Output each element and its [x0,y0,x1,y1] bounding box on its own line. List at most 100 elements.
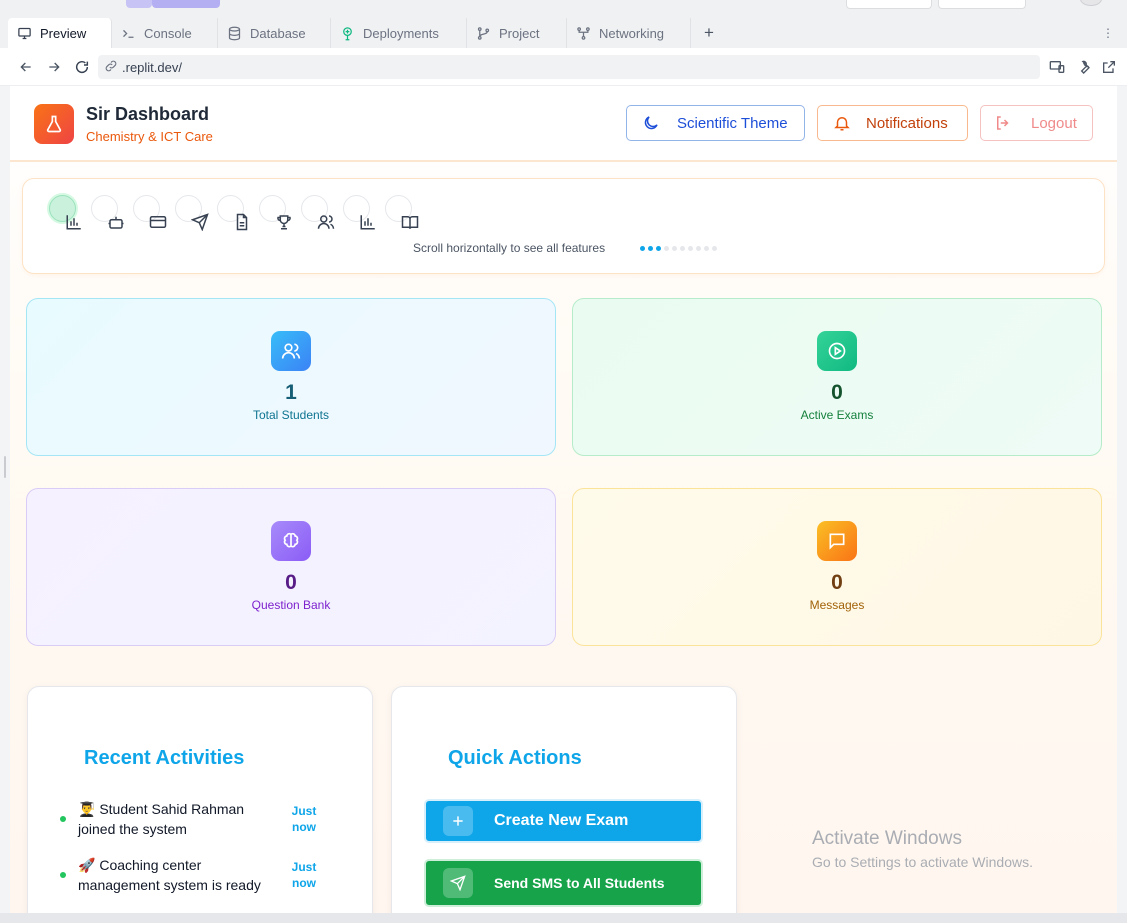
stat-label: Active Exams [800,408,874,422]
address-bar: .replit.dev/ [0,48,1127,86]
tab-preview[interactable]: Preview [8,18,112,48]
send-sms-button[interactable]: Send SMS to All Students [424,859,703,907]
stat-card-question-bank[interactable]: 0 Question Bank [26,488,556,646]
feature-scroller[interactable]: Scroll horizontally to see all features [22,178,1105,274]
create-exam-button[interactable]: Create New Exam [424,799,703,843]
dashboard-header: Sir Dashboard Chemistry & ICT Care Scien… [10,86,1117,162]
scientific-theme-button[interactable]: Scientific Theme [626,105,805,141]
button-label: Scientific Theme [677,114,788,132]
page-title: Sir Dashboard [86,104,210,124]
trophy-icon[interactable] [274,212,294,232]
url-text: .replit.dev/ [122,59,182,75]
terminal-icon [120,25,136,41]
stat-label: Messages [809,598,865,612]
database-icon [226,25,242,41]
logout-icon [993,113,1013,133]
send-icon [443,868,473,898]
quick-actions-panel: Quick Actions Create New Exam Send SMS t… [391,686,737,913]
network-icon [575,25,591,41]
top-pill [152,0,220,8]
button-label: Notifications [866,114,948,132]
activity-time: Just now [291,860,317,890]
send-icon[interactable] [190,212,210,232]
stat-card-messages[interactable]: 0 Messages [572,488,1102,646]
tab-database[interactable]: Database [218,18,331,48]
page-subtitle: Chemistry & ICT Care [86,129,213,144]
stat-card-active-exams[interactable]: 0 Active Exams [572,298,1102,456]
tab-label: Deployments [363,25,439,41]
users-icon[interactable] [316,212,336,232]
document-icon[interactable] [232,212,252,232]
moon-icon [641,113,661,133]
forward-arrow-icon[interactable] [43,56,65,78]
book-icon[interactable] [400,212,420,232]
stat-card-total-students[interactable]: 1 Total Students [26,298,556,456]
notifications-button[interactable]: Notifications [817,105,968,141]
brain-icon [271,521,311,561]
plus-icon [443,806,473,836]
reload-icon[interactable] [71,56,93,78]
credit-card-icon[interactable] [148,212,168,232]
flask-icon [34,104,74,144]
section-title: Quick Actions [448,747,582,769]
link-icon [104,59,118,76]
tab-console[interactable]: Console [112,18,218,48]
monitor-icon [16,25,32,41]
new-tab-button[interactable]: + [700,18,718,48]
tab-label: Project [499,25,540,41]
resize-handle[interactable] [4,456,6,478]
top-pill [126,0,152,8]
os-top-strip [0,0,1127,16]
top-control [846,0,932,9]
left-gutter [0,86,10,913]
more-options-icon[interactable]: ⋮ [1100,18,1116,48]
bottom-scrollbar [0,913,1127,923]
tab-project[interactable]: Project [467,18,567,48]
tab-deployments[interactable]: Deployments [331,18,467,48]
status-dot [60,872,66,878]
activity-text: 🚀 Coaching center management system is r… [78,857,261,893]
tab-label: Database [250,25,306,41]
logout-button[interactable]: Logout [980,105,1093,141]
status-dot [60,816,66,822]
list-item: 👨‍🎓 Student Sahid Rahman joined the syst… [60,799,350,839]
button-label: Send SMS to All Students [494,875,665,891]
bell-icon [832,113,852,133]
git-branch-icon [475,25,491,41]
bar-chart-icon[interactable] [358,212,378,232]
stat-value: 0 [831,571,843,594]
tab-networking[interactable]: Networking [567,18,691,48]
stat-label: Question Bank [251,598,331,612]
external-link-icon[interactable] [1098,56,1120,78]
activity-text: 👨‍🎓 Student Sahid Rahman joined the syst… [78,801,245,837]
play-circle-icon [817,331,857,371]
scroll-hint: Scroll horizontally to see all features [413,241,606,255]
stat-value: 0 [285,571,297,594]
users-icon [271,331,311,371]
bar-chart-icon[interactable] [64,212,84,232]
url-input[interactable]: .replit.dev/ [98,55,1040,79]
back-arrow-icon[interactable] [15,56,37,78]
windows-activation-watermark: Activate Windows Go to Settings to activ… [812,828,1033,870]
tab-label: Console [144,25,192,41]
stat-label: Total Students [252,408,330,422]
button-label: Create New Exam [494,812,629,829]
button-label: Logout [1031,114,1077,132]
watermark-title: Activate Windows [812,828,962,849]
tab-label: Networking [599,25,665,41]
deploy-icon [339,25,355,41]
list-item: 🚀 Coaching center management system is r… [60,855,350,895]
activity-time: Just now [291,804,317,834]
top-control [938,0,1026,9]
robot-icon[interactable] [106,212,126,232]
right-gutter [1117,86,1127,913]
devices-icon[interactable] [1046,56,1068,78]
stat-value: 0 [831,381,843,404]
scroll-indicator [640,246,717,251]
section-title: Recent Activities [84,747,245,769]
app-preview: Sir Dashboard Chemistry & ICT Care Scien… [10,86,1117,913]
wrench-icon[interactable] [1072,56,1094,78]
recent-activities-panel: Recent Activities 👨‍🎓 Student Sahid Rahm… [27,686,373,913]
watermark-subtitle: Go to Settings to activate Windows. [812,854,1033,870]
message-icon [817,521,857,561]
